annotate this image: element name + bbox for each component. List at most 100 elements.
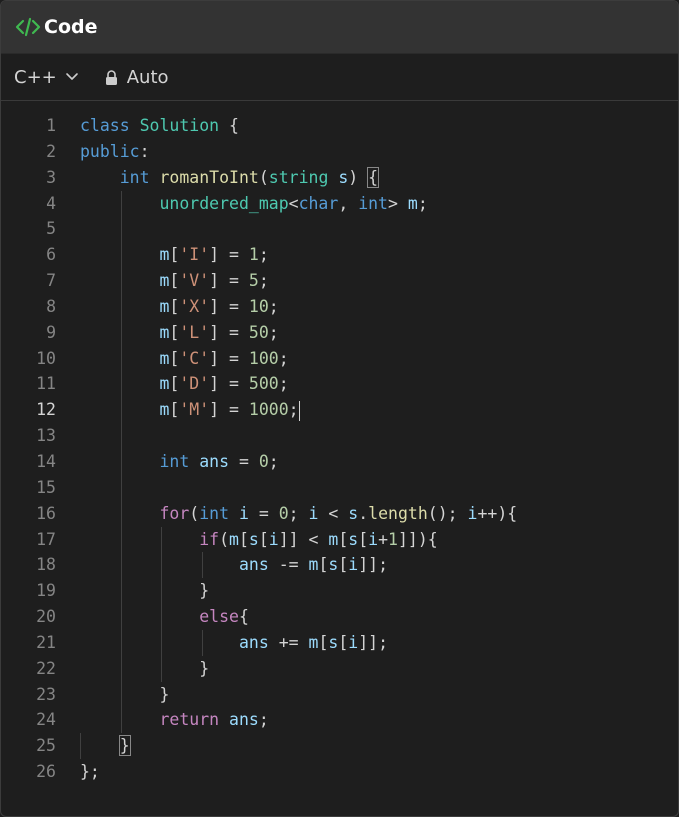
code-line[interactable]: 2 public: [1,139,678,165]
code-text: }; [80,762,100,782]
code-line[interactable]: 26}; [1,759,678,785]
code-line[interactable]: 1 class Solution { [1,113,678,139]
line-number: 8 [46,296,56,316]
code-token: i [467,503,478,523]
code-line[interactable]: 25 } [1,733,678,760]
code-line[interactable]: 13 [1,423,678,449]
code-text: unordered_map<char, int> m; [159,193,428,213]
code-line[interactable]: 7 m['V'] = 5; [1,268,678,294]
line-number: 9 [46,322,56,342]
code-token: i [348,555,359,575]
code-line[interactable]: 18 ans -= m[s[i]]; [1,552,678,579]
line-number: 11 [36,374,56,394]
line-number: 21 [36,632,56,652]
code-line[interactable]: 4 unordered_map<char, int> m; [1,190,678,217]
code-line[interactable]: 19 } [1,578,678,605]
code-token: public [80,141,140,161]
code-line[interactable]: 15 [1,474,678,501]
code-panel: Code C++ Auto 1 class Solution {2 public: 3… [0,0,679,817]
code-line[interactable]: 10 m['C'] = 100; [1,345,678,372]
code-token: string [268,167,329,187]
code-token: m [407,193,418,213]
code-token: s [348,503,359,523]
code-line[interactable]: 17 if(m[s[i]] < m[s[i+1]]){ [1,526,678,553]
code-token: 'X' [179,296,210,316]
code-token: i [308,503,319,523]
code-icon [15,16,41,38]
code-text: m['D'] = 500; [159,374,289,394]
code-token: s [348,529,359,549]
code-line[interactable]: 14 int ans = 0; [1,448,678,475]
line-number: 22 [36,658,56,678]
code-text: } [80,684,170,704]
code-token: 1000 [248,400,289,420]
code-token: m [159,348,170,368]
code-token: unordered_map [159,193,289,213]
code-token: int [358,193,388,213]
code-line[interactable]: 8 m['X'] = 10; [1,293,678,320]
code-line[interactable]: 20 else{ [1,604,678,630]
line-number: 17 [36,529,56,549]
code-token: m [159,271,170,291]
code-token: i [368,529,379,549]
code-token: 'L' [179,322,210,342]
code-token: s [328,632,339,652]
code-token: m [308,555,319,575]
text-cursor [298,400,300,421]
code-token: s [248,529,259,549]
line-number: 3 [46,167,56,187]
matched-bracket: { [367,166,380,188]
code-text: else{ [199,607,249,627]
code-text: for(int i = 0; i < s.length(); i++){ [159,503,518,523]
code-token: ans [199,451,230,471]
code-line[interactable]: 22 } [1,655,678,682]
indent-guide [120,423,122,449]
code-token: int [199,503,230,523]
code-line[interactable]: 12 m['M'] = 1000; [1,397,678,424]
code-token: ans [238,555,269,575]
code-token: 100 [248,348,279,368]
code-line[interactable]: 23 } [1,681,678,708]
code-line[interactable]: 9 m['L'] = 50; [1,319,678,346]
code-editor[interactable]: 1 class Solution {2 public: 3 int romanToIn… [1,113,678,785]
code-line[interactable]: 6 m['I'] = 1; [1,242,678,269]
code-token: ans [229,710,259,730]
code-token: 1 [388,529,398,549]
line-number: 10 [36,348,56,368]
code-token: 0 [258,451,269,471]
indent-guide [120,216,122,243]
code-token: else [199,607,239,627]
code-text: ans -= m[s[i]]; [238,555,389,575]
line-number: 12 [36,400,56,420]
code-text: class Solution { [80,116,239,135]
line-number: 13 [36,426,56,446]
code-line[interactable]: 11 m['D'] = 500; [1,371,678,398]
code-token: s [328,555,339,575]
code-text: if(m[s[i]] < m[s[i+1]]){ [199,529,438,549]
code-token: 500 [248,374,279,394]
code-text: m['L'] = 50; [159,322,279,342]
autocomplete-mode-button[interactable]: Auto [105,67,169,88]
code-line[interactable]: 5 [1,216,678,243]
editor-toolbar: C++ Auto [1,54,678,101]
language-select[interactable]: C++ [14,67,79,88]
code-text: } [80,581,210,601]
line-number: 16 [36,503,56,523]
code-text: } [80,733,131,759]
code-token: s [338,167,349,187]
code-text: int ans = 0; [159,451,279,471]
code-text: return ans; [159,710,269,730]
code-text: m['I'] = 1; [159,245,269,265]
line-number: 2 [46,141,56,161]
code-line[interactable]: 24 return ans; [1,707,678,734]
code-line[interactable]: 16 for(int i = 0; i < s.length(); i++){ [1,500,678,527]
line-number: 15 [36,477,56,497]
code-token: m [159,400,170,420]
line-number: 7 [46,271,56,291]
code-token: int [119,167,150,187]
code-line[interactable]: 3 int romanToInt(string s) { [1,165,678,191]
code-token: class [80,116,130,135]
line-number: 6 [46,245,56,265]
code-line[interactable]: 21 ans += m[s[i]]; [1,629,678,656]
chevron-down-icon [65,72,79,82]
